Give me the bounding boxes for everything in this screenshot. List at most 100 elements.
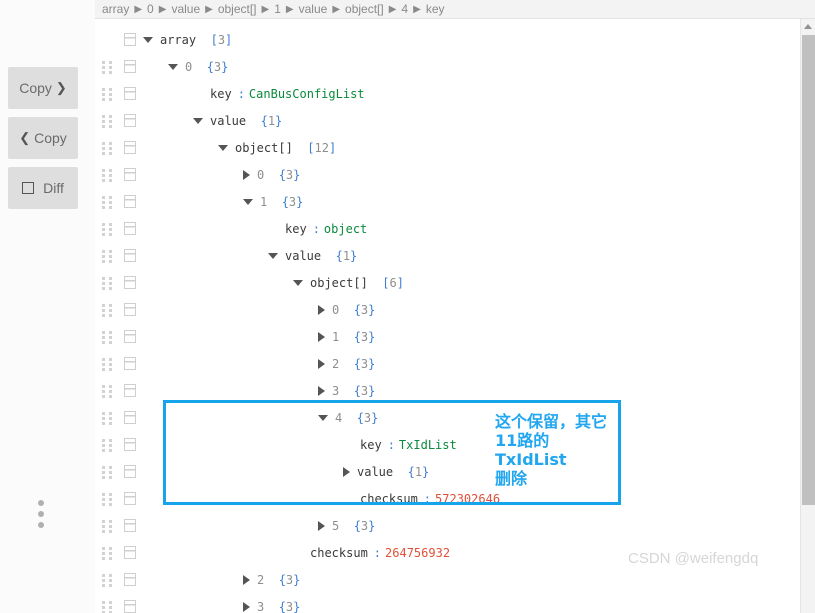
context-menu-icon[interactable] (124, 222, 136, 235)
vertical-dots-icon[interactable] (38, 500, 46, 533)
drag-handle-icon[interactable] (102, 223, 113, 237)
tree-row[interactable]: key: object (95, 215, 800, 242)
drag-handle-icon[interactable] (102, 601, 113, 613)
tree-row[interactable]: value {1} (95, 458, 800, 485)
context-menu-icon[interactable] (124, 357, 136, 370)
tree-row[interactable]: 2 {3} (95, 350, 800, 377)
context-menu-icon[interactable] (124, 303, 136, 316)
tree-row[interactable]: key: CanBusConfigList (95, 80, 800, 107)
tree-node-value[interactable]: object (324, 222, 367, 236)
tree-node-value[interactable]: 572302646 (435, 492, 500, 506)
triangle-down-icon[interactable] (268, 252, 278, 259)
tree-row[interactable]: value {1} (95, 107, 800, 134)
triangle-right-icon[interactable] (318, 358, 325, 369)
tree-row[interactable]: 4 {3} (95, 404, 800, 431)
tree-row[interactable]: 3 {3} (95, 377, 800, 404)
json-tree-panel[interactable]: array [3] 0 {3} key: CanBusConfigList value … (95, 19, 800, 613)
drag-handle-icon[interactable] (102, 493, 113, 507)
triangle-down-icon[interactable] (318, 414, 328, 421)
triangle-up-icon[interactable] (801, 19, 815, 33)
copy-right-button[interactable]: Copy ❯ (8, 67, 78, 109)
breadcrumb-item-7[interactable]: 4 (400, 2, 409, 16)
context-menu-icon[interactable] (124, 465, 136, 478)
context-menu-icon[interactable] (124, 519, 136, 532)
context-menu-icon[interactable] (124, 114, 136, 127)
drag-handle-icon[interactable] (102, 439, 113, 453)
drag-handle-icon[interactable] (102, 142, 113, 156)
tree-row[interactable]: key: TxIdList (95, 431, 800, 458)
tree-row[interactable]: value {1} (95, 242, 800, 269)
triangle-down-icon[interactable] (168, 63, 178, 70)
tree-node-value[interactable]: 264756932 (385, 546, 450, 560)
breadcrumb-item-5[interactable]: value (298, 2, 329, 16)
drag-handle-icon[interactable] (102, 88, 113, 102)
drag-handle-icon[interactable] (102, 61, 113, 75)
context-menu-icon[interactable] (124, 195, 136, 208)
tree-row[interactable]: 1 {3} (95, 323, 800, 350)
triangle-down-icon[interactable] (293, 279, 303, 286)
drag-handle-icon[interactable] (102, 169, 113, 183)
drag-handle-icon[interactable] (102, 358, 113, 372)
triangle-down-icon[interactable] (243, 198, 253, 205)
copy-left-button[interactable]: ❮ Copy (8, 117, 78, 159)
breadcrumb-item-2[interactable]: value (170, 2, 201, 16)
drag-handle-icon[interactable] (102, 412, 113, 426)
tree-row[interactable]: object[] [12] (95, 134, 800, 161)
triangle-right-icon[interactable] (243, 601, 250, 612)
context-menu-icon[interactable] (124, 411, 136, 424)
tree-row[interactable]: 2 {3} (95, 566, 800, 593)
breadcrumb-item-1[interactable]: 0 (146, 2, 155, 16)
context-menu-icon[interactable] (124, 330, 136, 343)
context-menu-icon[interactable] (124, 438, 136, 451)
tree-row[interactable]: 1 {3} (95, 188, 800, 215)
context-menu-icon[interactable] (124, 492, 136, 505)
tree-node-value[interactable]: TxIdList (399, 438, 457, 452)
drag-handle-icon[interactable] (102, 385, 113, 399)
tree-row[interactable]: 0 {3} (95, 53, 800, 80)
drag-handle-icon[interactable] (102, 466, 113, 480)
breadcrumb-item-6[interactable]: object[] (344, 2, 385, 16)
context-menu-icon[interactable] (124, 249, 136, 262)
tree-row[interactable]: 0 {3} (95, 161, 800, 188)
drag-handle-icon[interactable] (102, 547, 113, 561)
context-menu-icon[interactable] (124, 546, 136, 559)
triangle-right-icon[interactable] (243, 169, 250, 180)
tree-row[interactable]: 3 {3} (95, 593, 800, 613)
tree-row[interactable]: 5 {3} (95, 512, 800, 539)
tree-row[interactable]: checksum:264756932 (95, 539, 800, 566)
triangle-down-icon[interactable] (193, 117, 203, 124)
diff-button[interactable]: Diff (8, 167, 78, 209)
triangle-down-icon[interactable] (143, 36, 153, 43)
context-menu-icon[interactable] (124, 33, 136, 46)
tree-row[interactable]: checksum:572302646 (95, 485, 800, 512)
triangle-right-icon[interactable] (343, 466, 350, 477)
scrollbar-thumb[interactable] (802, 35, 815, 505)
breadcrumb-item-3[interactable]: object[] (217, 2, 258, 16)
drag-handle-icon[interactable] (102, 277, 113, 291)
context-menu-icon[interactable] (124, 87, 136, 100)
breadcrumb-item-4[interactable]: 1 (273, 2, 282, 16)
context-menu-icon[interactable] (124, 141, 136, 154)
vertical-scrollbar[interactable] (800, 19, 815, 613)
triangle-right-icon[interactable] (318, 331, 325, 342)
drag-handle-icon[interactable] (102, 115, 113, 129)
drag-handle-icon[interactable] (102, 331, 113, 345)
context-menu-icon[interactable] (124, 168, 136, 181)
breadcrumb-item-8[interactable]: key (425, 2, 446, 16)
triangle-right-icon[interactable] (318, 304, 325, 315)
tree-node-value[interactable]: CanBusConfigList (249, 87, 365, 101)
context-menu-icon[interactable] (124, 384, 136, 397)
context-menu-icon[interactable] (124, 60, 136, 73)
drag-handle-icon[interactable] (102, 304, 113, 318)
drag-handle-icon[interactable] (102, 574, 113, 588)
triangle-down-icon[interactable] (218, 144, 228, 151)
drag-handle-icon[interactable] (102, 520, 113, 534)
drag-handle-icon[interactable] (102, 196, 113, 210)
breadcrumb-item-0[interactable]: array (101, 2, 130, 16)
context-menu-icon[interactable] (124, 276, 136, 289)
drag-handle-icon[interactable] (102, 250, 113, 264)
context-menu-icon[interactable] (124, 600, 136, 613)
triangle-right-icon[interactable] (318, 385, 325, 396)
tree-row[interactable]: array [3] (95, 26, 800, 53)
triangle-right-icon[interactable] (318, 520, 325, 531)
